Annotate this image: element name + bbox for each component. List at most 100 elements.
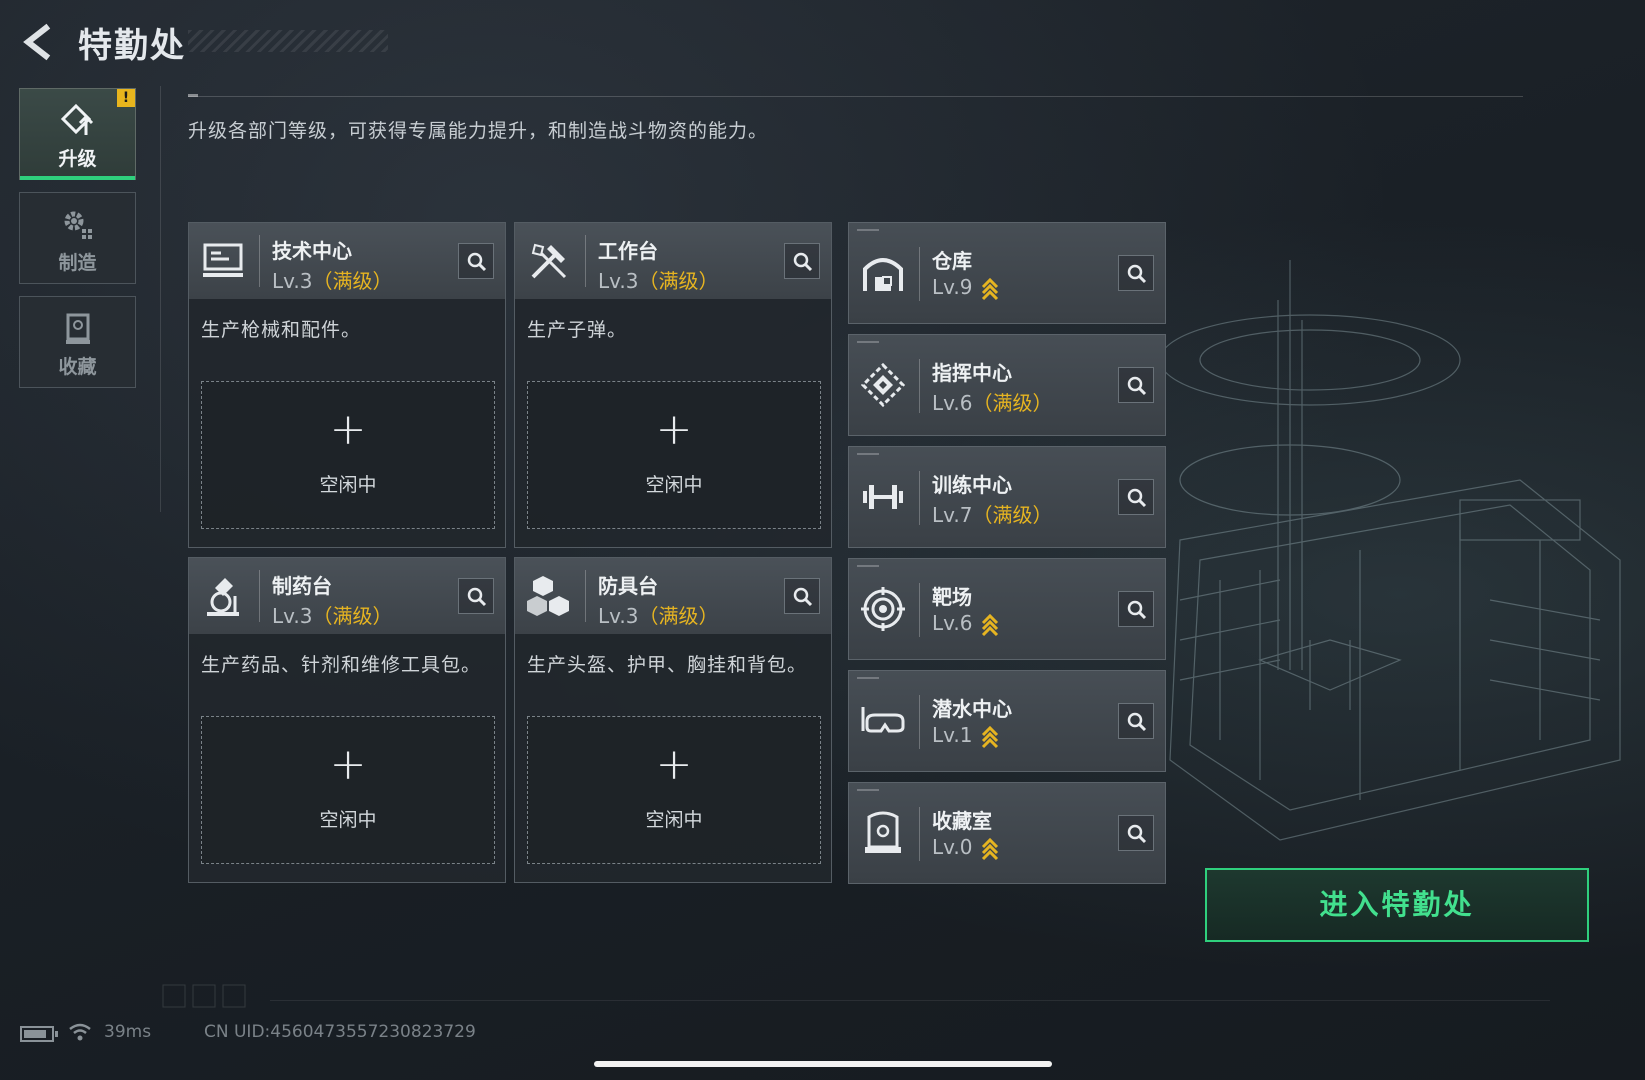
card-level: Lv.3（满级） (272, 269, 393, 293)
display-case-icon (865, 811, 901, 853)
department-collection-room[interactable]: 收藏室 Lv.0 (848, 782, 1166, 884)
card-title: 工作台 (598, 239, 658, 263)
production-slot[interactable]: + 空闲中 (201, 381, 495, 529)
department-level: Lv.1 (932, 723, 999, 749)
upgrade-available-icon (981, 613, 998, 636)
add-icon: + (655, 404, 693, 455)
enter-special-ops-button[interactable]: 进入特勤处 (1205, 868, 1589, 942)
card-description: 生产子弹。 (527, 319, 628, 341)
slot-status: 空闲中 (319, 809, 377, 831)
upgrade-available-icon (981, 277, 998, 300)
department-level: Lv.6 (932, 611, 999, 637)
section-rule-tick (188, 94, 198, 97)
search-icon (793, 587, 813, 607)
department-level: Lv.7（满级） (932, 503, 1053, 527)
battery-icon (20, 1026, 58, 1042)
special-ops-building-illustration (1160, 260, 1621, 841)
search-icon (1127, 824, 1147, 844)
search-icon (467, 587, 487, 607)
department-training-center[interactable]: 训练中心 Lv.7（满级） (848, 446, 1166, 548)
search-icon (1127, 488, 1147, 508)
slot-status: 空闲中 (645, 809, 703, 831)
computer-icon (203, 243, 243, 277)
inspect-button[interactable] (458, 243, 494, 279)
nav-tab-craft[interactable]: 制造 (19, 192, 136, 284)
inspect-button[interactable] (1118, 591, 1154, 627)
dumbbell-icon (863, 485, 903, 509)
production-card-armor: 防具台 Lv.3（满级） 生产头盔、护甲、胸挂和背包。 + 空闲中 (514, 557, 832, 883)
title-decoration (188, 30, 388, 52)
card-level: Lv.3（满级） (598, 269, 719, 293)
department-level: Lv.9 (932, 275, 999, 301)
warehouse-icon (863, 258, 903, 291)
department-shooting-range[interactable]: 靶场 Lv.6 (848, 558, 1166, 660)
upgrade-icon (60, 103, 94, 135)
diving-mask-icon (861, 707, 905, 733)
target-icon (861, 587, 905, 631)
add-icon: + (329, 739, 367, 790)
page-description: 升级各部门等级，可获得专属能力提升，和制造战斗物资的能力。 (188, 120, 769, 142)
department-name: 仓库 (932, 249, 972, 273)
display-case-icon (66, 313, 90, 344)
department-diving-center[interactable]: 潜水中心 Lv.1 (848, 670, 1166, 772)
department-warehouse[interactable]: 仓库 Lv.9 (848, 222, 1166, 324)
search-icon (793, 252, 813, 272)
inspect-button[interactable] (458, 578, 494, 614)
card-title: 技术中心 (272, 239, 352, 263)
alert-badge: ! (117, 89, 135, 107)
card-level: Lv.3（满级） (272, 604, 393, 628)
inspect-button[interactable] (1118, 703, 1154, 739)
home-indicator[interactable] (594, 1061, 1052, 1067)
production-slot[interactable]: + 空闲中 (201, 716, 495, 864)
department-name: 潜水中心 (932, 697, 1012, 721)
microscope-icon (207, 578, 239, 616)
card-header: 技术中心 Lv.3（满级） (189, 223, 505, 299)
add-icon: + (655, 739, 693, 790)
inspect-button[interactable] (1118, 367, 1154, 403)
card-description: 生产枪械和配件。 (201, 319, 362, 341)
department-name: 训练中心 (932, 473, 1012, 497)
card-header: 防具台 Lv.3（满级） (515, 558, 831, 634)
wifi-icon (69, 1023, 91, 1041)
cubes-icon (527, 576, 569, 616)
card-title: 制药台 (272, 574, 332, 598)
card-description: 生产药品、针剂和维修工具包。 (201, 654, 482, 676)
card-header: 制药台 Lv.3（满级） (189, 558, 505, 634)
nav-tab-collection[interactable]: 收藏 (19, 296, 136, 388)
search-icon (467, 252, 487, 272)
search-icon (1127, 712, 1147, 732)
back-arrow-icon[interactable] (18, 22, 58, 62)
search-icon (1127, 600, 1147, 620)
production-card-workbench: 工作台 Lv.3（满级） 生产子弹。 + 空闲中 (514, 222, 832, 548)
production-slot[interactable]: + 空闲中 (527, 716, 821, 864)
inspect-button[interactable] (1118, 255, 1154, 291)
search-icon (1127, 264, 1147, 284)
nav-tab-upgrade[interactable]: ! 升级 (19, 88, 136, 180)
command-icon (860, 362, 906, 408)
enter-button-label: 进入特勤处 (1319, 888, 1475, 921)
page-title: 特勤处 (78, 26, 186, 66)
department-level: Lv.0 (932, 835, 999, 861)
department-name: 指挥中心 (932, 361, 1012, 385)
card-level: Lv.3（满级） (598, 604, 719, 628)
nav-tab-label: 制造 (58, 252, 97, 274)
search-icon (1127, 376, 1147, 396)
slot-status: 空闲中 (319, 474, 377, 496)
upgrade-available-icon (981, 725, 998, 748)
inspect-button[interactable] (1118, 479, 1154, 515)
production-card-pharmacy: 制药台 Lv.3（满级） 生产药品、针剂和维修工具包。 + 空闲中 (188, 557, 506, 883)
tools-icon (531, 243, 567, 279)
inspect-button[interactable] (784, 578, 820, 614)
department-command-center[interactable]: 指挥中心 Lv.6（满级） (848, 334, 1166, 436)
gears-icon (64, 211, 92, 239)
production-card-tech-center: 技术中心 Lv.3（满级） 生产枪械和配件。 + 空闲中 (188, 222, 506, 548)
nav-tab-label: 升级 (58, 148, 97, 170)
inspect-button[interactable] (1118, 815, 1154, 851)
inspect-button[interactable] (784, 243, 820, 279)
card-header: 工作台 Lv.3（满级） (515, 223, 831, 299)
add-icon: + (329, 404, 367, 455)
footer-rule (270, 1000, 1550, 1001)
production-slot[interactable]: + 空闲中 (527, 381, 821, 529)
user-uid: CN UID:4560473557230823729 (204, 1022, 476, 1042)
department-name: 收藏室 (932, 809, 992, 833)
